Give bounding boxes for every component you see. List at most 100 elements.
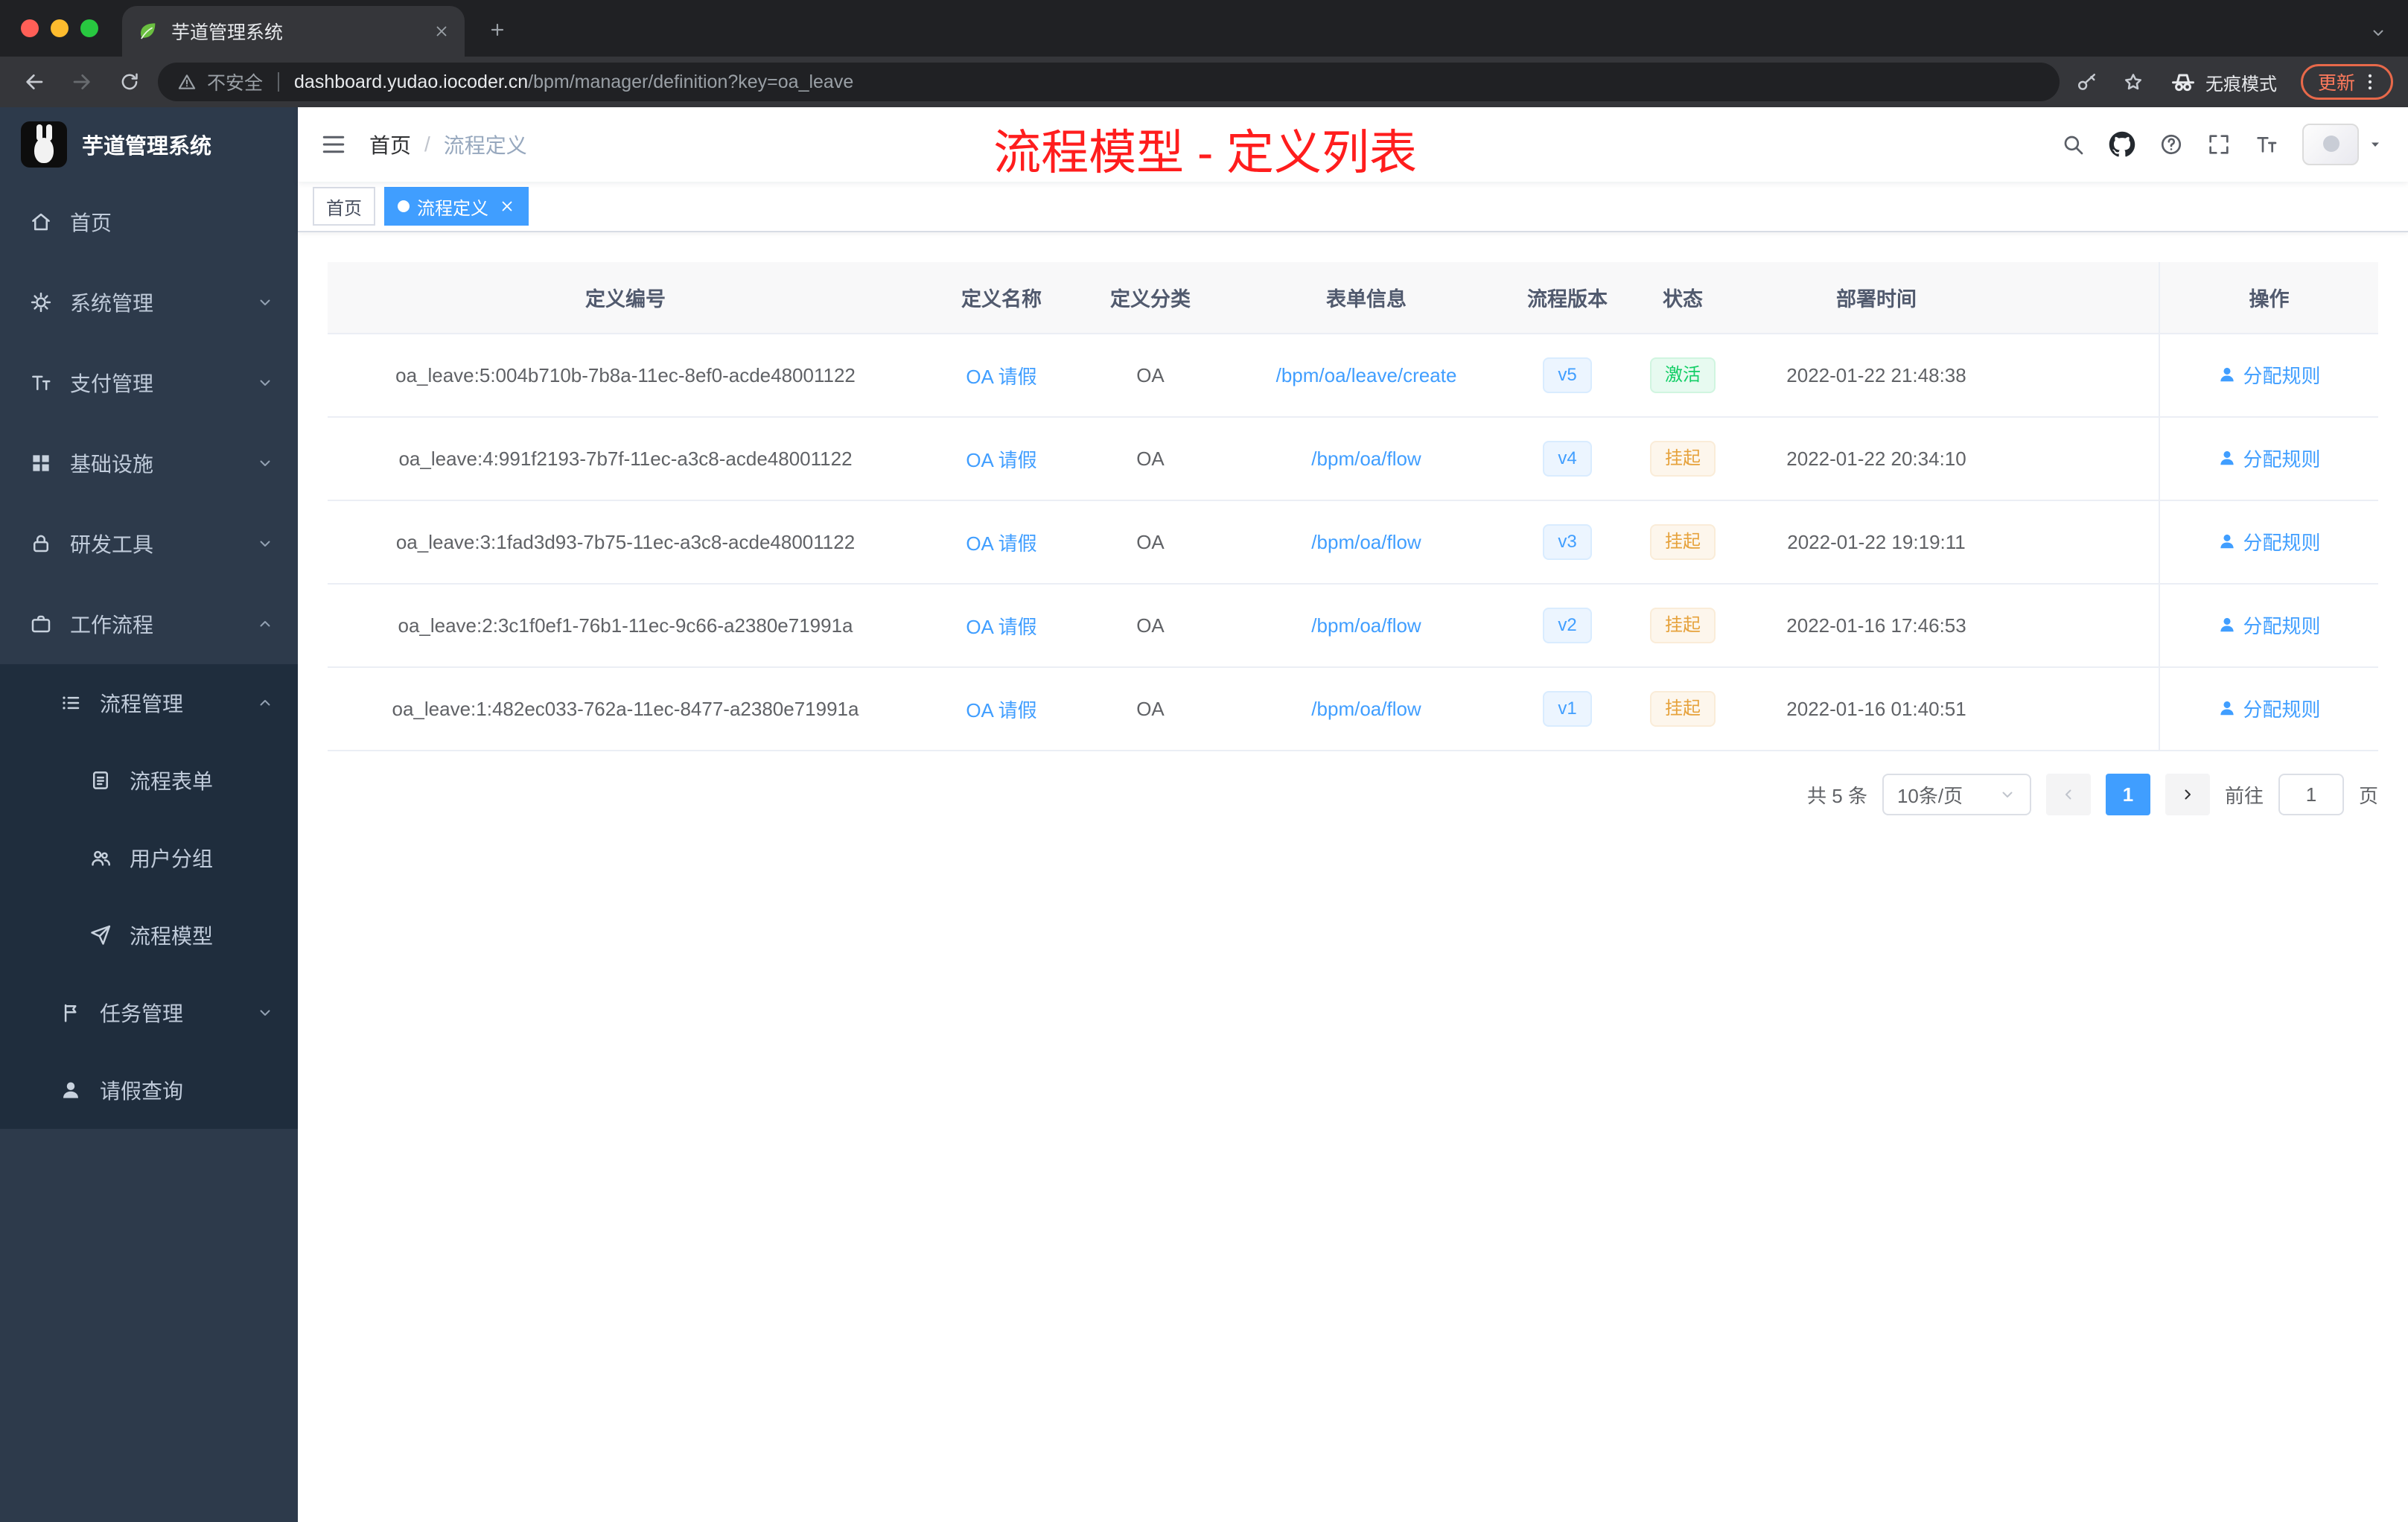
tab-close-icon[interactable] bbox=[433, 23, 450, 39]
sidebar-item-system[interactable]: 系统管理 bbox=[0, 262, 298, 343]
form-info-link[interactable]: /bpm/oa/leave/create bbox=[1276, 364, 1457, 386]
navbar-actions bbox=[2061, 124, 2408, 165]
grid-icon bbox=[30, 452, 52, 474]
sidebar-item-process-management[interactable]: 流程管理 bbox=[0, 664, 298, 742]
font-size-icon[interactable] bbox=[2255, 133, 2278, 156]
chevron-down-icon bbox=[256, 535, 274, 553]
window-controls bbox=[0, 0, 122, 57]
new-tab-button[interactable] bbox=[477, 9, 518, 51]
table-row: oa_leave:4:991f2193-7b7f-11ec-a3c8-acde4… bbox=[328, 417, 2378, 501]
pagination-total: 共 5 条 bbox=[1807, 784, 1867, 807]
incognito-label: 无痕模式 bbox=[2205, 74, 2277, 95]
breadcrumb-current: 流程定义 bbox=[443, 134, 527, 157]
sidebar-item-process-model[interactable]: 流程模型 bbox=[0, 897, 298, 974]
forward-button[interactable] bbox=[63, 63, 101, 101]
home-icon bbox=[30, 211, 52, 233]
definition-name-link[interactable]: OA 请假 bbox=[966, 366, 1036, 388]
sidebar-item-home[interactable]: 首页 bbox=[0, 182, 298, 262]
goto-label: 前往 bbox=[2224, 784, 2264, 807]
zoom-window-button[interactable] bbox=[80, 19, 98, 37]
flag-icon bbox=[60, 1002, 82, 1024]
docs-question-icon[interactable] bbox=[2159, 133, 2183, 156]
paper-plane-icon bbox=[89, 924, 112, 946]
breadcrumb-home[interactable]: 首页 bbox=[369, 130, 411, 159]
tab-favicon-icon bbox=[137, 20, 159, 42]
tab-title: 芋道管理系统 bbox=[171, 22, 284, 43]
user-avatar-menu[interactable] bbox=[2302, 124, 2384, 165]
definition-name-link[interactable]: OA 请假 bbox=[966, 699, 1036, 722]
cell-category: OA bbox=[1080, 667, 1221, 751]
sidebar-item-task-management[interactable]: 任务管理 bbox=[0, 974, 298, 1051]
tag-process-definition[interactable]: 流程定义 bbox=[384, 187, 529, 226]
form-info-link[interactable]: /bpm/oa/flow bbox=[1311, 614, 1421, 637]
minimize-window-button[interactable] bbox=[51, 19, 69, 37]
browser-tab-strip: 芋道管理系统 bbox=[0, 0, 2408, 57]
table-header-row: 定义编号 定义名称 定义分类 表单信息 流程版本 状态 部署时间 操作 bbox=[328, 262, 2378, 334]
chevron-down-icon bbox=[256, 374, 274, 392]
sidebar-item-workflow[interactable]: 工作流程 bbox=[0, 584, 298, 664]
goto-page-input[interactable] bbox=[2278, 774, 2344, 815]
form-info-link[interactable]: /bpm/oa/flow bbox=[1311, 448, 1421, 470]
assign-rule-link[interactable]: 分配规则 bbox=[2217, 445, 2321, 472]
bookmark-star-icon[interactable] bbox=[2115, 71, 2152, 93]
sidebar-toggle-button[interactable] bbox=[298, 131, 369, 158]
cell-definition-id: oa_leave:4:991f2193-7b7f-11ec-a3c8-acde4… bbox=[328, 417, 923, 501]
definition-name-link[interactable]: OA 请假 bbox=[966, 449, 1036, 471]
github-icon[interactable] bbox=[2109, 131, 2135, 158]
reload-button[interactable] bbox=[110, 63, 149, 101]
main-area: 首页 / 流程定义 流程模型 - 定义列表 首页 流程定义 定义编号 定义名称 … bbox=[298, 107, 2408, 1522]
page-number-current[interactable]: 1 bbox=[2105, 774, 2150, 815]
sidebar-item-payment[interactable]: 支付管理 bbox=[0, 343, 298, 423]
user-icon bbox=[60, 1079, 82, 1101]
gear-icon bbox=[30, 291, 52, 313]
url-path: /bpm/manager/definition?key=oa_leave bbox=[528, 71, 854, 92]
chrome-update-menu-button[interactable]: 更新 bbox=[2300, 64, 2393, 100]
cell-category: OA bbox=[1080, 584, 1221, 668]
assign-rule-link[interactable]: 分配规则 bbox=[2217, 528, 2321, 555]
url-text: dashboard.yudao.iocoder.cn/bpm/manager/d… bbox=[294, 71, 853, 93]
definition-name-link[interactable]: OA 请假 bbox=[966, 532, 1036, 555]
form-info-link[interactable]: /bpm/oa/flow bbox=[1311, 698, 1421, 720]
sidebar-item-infrastructure[interactable]: 基础设施 bbox=[0, 423, 298, 503]
chevron-down-icon bbox=[1998, 786, 2016, 803]
form-info-link[interactable]: /bpm/oa/flow bbox=[1311, 531, 1421, 553]
pagination: 共 5 条 10条/页 1 前往 页 bbox=[328, 774, 2378, 815]
status-tag: 挂起 bbox=[1650, 441, 1716, 477]
sidebar-logo[interactable]: 芋道管理系统 bbox=[0, 107, 298, 182]
definition-name-link[interactable]: OA 请假 bbox=[966, 616, 1036, 638]
column-header-category: 定义分类 bbox=[1080, 262, 1221, 334]
browser-window: 芋道管理系统 不安全 dashboard.yudao.iocoder.cn/bp… bbox=[0, 0, 2408, 1522]
tag-home[interactable]: 首页 bbox=[313, 187, 375, 226]
close-window-button[interactable] bbox=[21, 19, 39, 37]
chevron-down-icon bbox=[256, 1004, 274, 1022]
browser-tab[interactable]: 芋道管理系统 bbox=[122, 6, 465, 57]
column-spacer bbox=[2010, 334, 2159, 418]
tag-close-icon[interactable] bbox=[499, 198, 515, 214]
prev-page-button[interactable] bbox=[2045, 774, 2091, 815]
assign-rule-link[interactable]: 分配规则 bbox=[2217, 361, 2321, 389]
page-size-select[interactable]: 10条/页 bbox=[1882, 774, 2031, 815]
password-key-icon[interactable] bbox=[2068, 71, 2106, 93]
chevron-up-icon bbox=[256, 694, 274, 712]
sidebar-item-leave-query[interactable]: 请假查询 bbox=[0, 1051, 298, 1129]
sidebar: 芋道管理系统 首页 系统管理 支付管理 基础设施 研发工具 工作流程 流程管理 … bbox=[0, 107, 298, 1522]
assign-rule-link[interactable]: 分配规则 bbox=[2217, 611, 2321, 639]
sidebar-item-devtools[interactable]: 研发工具 bbox=[0, 503, 298, 584]
back-button[interactable] bbox=[15, 63, 54, 101]
breadcrumb-separator: / bbox=[424, 133, 430, 156]
sidebar-item-process-form[interactable]: 流程表单 bbox=[0, 742, 298, 819]
address-bar[interactable]: 不安全 dashboard.yudao.iocoder.cn/bpm/manag… bbox=[158, 63, 2060, 101]
chevron-down-icon bbox=[256, 454, 274, 472]
next-page-button[interactable] bbox=[2165, 774, 2210, 815]
tab-search-chevron-icon[interactable] bbox=[2369, 24, 2387, 42]
sidebar-item-user-group[interactable]: 用户分组 bbox=[0, 819, 298, 897]
briefcase-icon bbox=[30, 613, 52, 635]
logo-image bbox=[21, 121, 67, 168]
fullscreen-icon[interactable] bbox=[2207, 133, 2231, 156]
search-icon[interactable] bbox=[2061, 133, 2085, 156]
incognito-badge[interactable]: 无痕模式 bbox=[2161, 69, 2286, 95]
url-domain: dashboard.yudao.iocoder.cn bbox=[294, 71, 529, 92]
column-header-deploy-time: 部署时间 bbox=[1742, 262, 2010, 334]
assign-rule-link[interactable]: 分配规则 bbox=[2217, 695, 2321, 722]
column-header-actions: 操作 bbox=[2159, 262, 2378, 334]
